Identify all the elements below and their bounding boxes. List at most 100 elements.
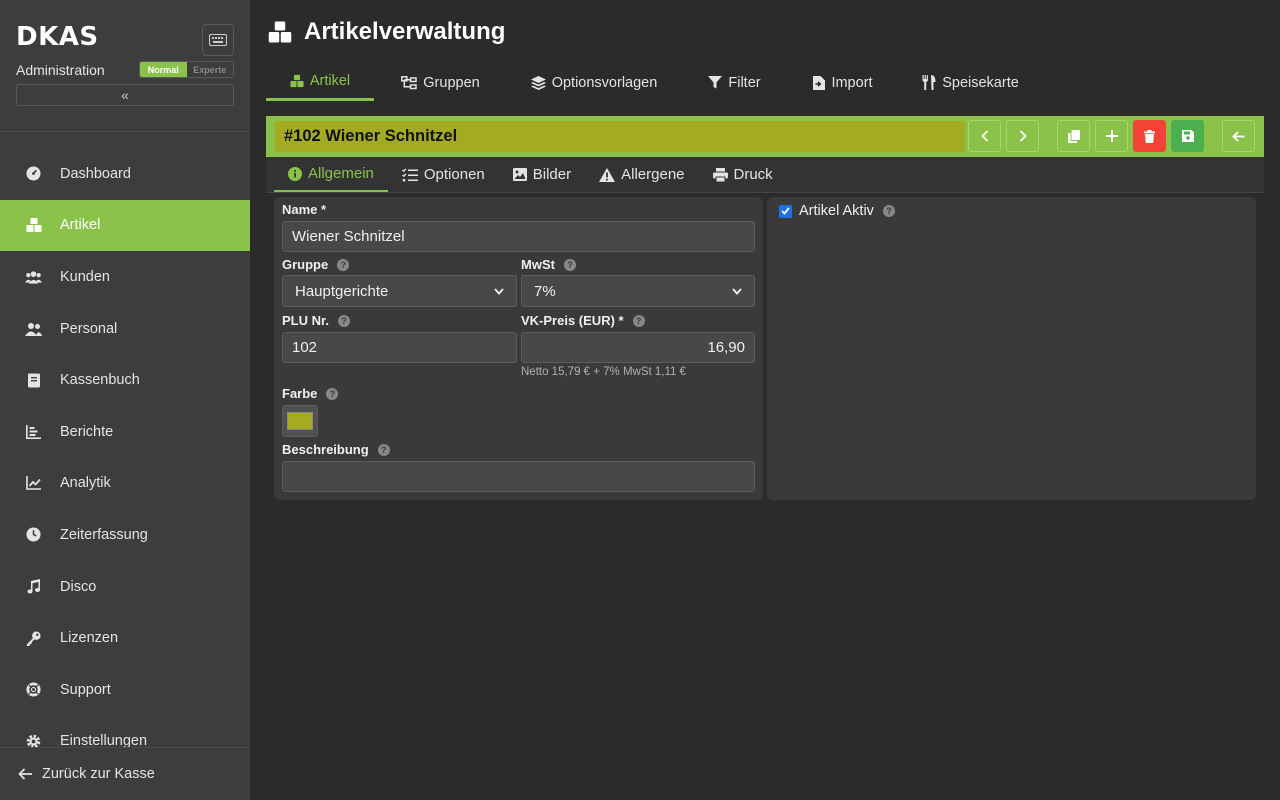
funnel-icon [708, 76, 723, 89]
tab-label: Bilder [532, 166, 572, 183]
previous-item-button[interactable] [968, 120, 1001, 152]
add-item-button[interactable] [1095, 120, 1128, 152]
duplicate-button[interactable] [1057, 120, 1090, 152]
tab-speisekarte[interactable]: Speisekarte [898, 64, 1043, 101]
tab-label: Optionen [423, 166, 485, 183]
sidebar-item-kassenbuch[interactable]: Kassenbuch [0, 354, 250, 406]
sidebar-item-personal[interactable]: Personal [0, 303, 250, 355]
trash-icon [1144, 129, 1155, 143]
tab-import[interactable]: Import [788, 64, 898, 101]
help-icon[interactable]: ? [882, 205, 895, 217]
book-icon [25, 372, 42, 389]
sidebar-item-einstellungen[interactable]: Einstellungen [0, 716, 250, 748]
boxes-icon [290, 74, 304, 88]
sidebar-item-support[interactable]: Support [0, 664, 250, 716]
help-icon[interactable]: ? [563, 258, 576, 271]
save-item-button[interactable] [1171, 120, 1204, 152]
tab-filter[interactable]: Filter [681, 64, 788, 101]
file-import-icon [813, 75, 826, 90]
double-chevron-left-icon: « [121, 87, 129, 103]
description-label-text: Beschreibung [282, 442, 369, 457]
sidebar-item-kunden[interactable]: Kunden [0, 251, 250, 303]
group-select-value: Hauptgerichte [295, 282, 389, 300]
item-title: #102 Wiener Schnitzel [275, 121, 965, 152]
sidebar-item-zeiterfassung[interactable]: Zeiterfassung [0, 509, 250, 561]
tab-label: Allergene [621, 166, 685, 183]
sidebar-item-dashboard[interactable]: Dashboard [0, 148, 250, 200]
vat-select-value: 7% [534, 282, 556, 300]
floppy-disk-icon [1181, 130, 1194, 142]
tab-druck[interactable]: Druck [699, 157, 787, 192]
boxes-icon [25, 217, 42, 234]
printer-icon [712, 167, 728, 182]
sidebar-item-disco[interactable]: Disco [0, 561, 250, 613]
mode-normal-option[interactable]: Normal [140, 62, 187, 77]
list-check-icon [401, 167, 418, 182]
sidebar-item-label: Dashboard [60, 165, 131, 182]
description-input[interactable] [282, 461, 755, 492]
help-icon[interactable]: ? [326, 387, 339, 400]
name-input[interactable]: Wiener Schnitzel [282, 221, 755, 252]
tab-artikel[interactable]: Artikel [266, 64, 374, 101]
copy-icon [1067, 129, 1080, 143]
delete-item-button[interactable] [1133, 120, 1166, 152]
price-label-text: VK-Preis (EUR) * [521, 313, 624, 328]
active-checkbox-row[interactable]: Artikel Aktiv ? [779, 203, 895, 219]
page-title: Artikelverwaltung [268, 18, 505, 46]
user-group-icon [25, 320, 42, 337]
tab-optionen[interactable]: Optionen [388, 157, 499, 192]
tab-gruppen[interactable]: Gruppen [374, 64, 507, 101]
back-button[interactable] [1222, 120, 1255, 152]
vat-label: MwSt? [521, 257, 576, 272]
group-select[interactable]: Hauptgerichte [282, 275, 517, 307]
sidebar-nav: Dashboard Artikel Kunden Personal Kassen… [0, 148, 250, 748]
active-checkbox[interactable] [779, 204, 792, 218]
general-form-panel: Name * Wiener Schnitzel Gruppe? Hauptger… [274, 197, 763, 500]
sidebar-item-label: Einstellungen [60, 733, 148, 748]
boxes-icon [268, 20, 292, 44]
sidebar-item-label: Analytik [60, 475, 111, 492]
help-icon[interactable]: ? [337, 258, 350, 271]
plu-input[interactable]: 102 [282, 332, 517, 363]
layers-icon [530, 75, 546, 90]
active-checkbox-label: Artikel Aktiv [799, 203, 874, 219]
tab-label: Speisekarte [942, 74, 1019, 91]
tab-optionsvorlagen[interactable]: Optionsvorlagen [507, 64, 681, 101]
sidebar-item-label: Personal [60, 320, 118, 337]
tab-label: Gruppen [423, 74, 480, 91]
tab-allergene[interactable]: Allergene [585, 157, 698, 192]
tab-bilder[interactable]: Bilder [499, 157, 585, 192]
help-icon[interactable]: ? [377, 443, 390, 456]
help-icon[interactable]: ? [632, 314, 645, 327]
collapse-sidebar-button[interactable]: « [16, 84, 234, 106]
color-picker[interactable] [282, 405, 318, 437]
gauge-icon [25, 165, 42, 182]
mode-toggle[interactable]: Normal Experte [139, 61, 234, 78]
sidebar-item-lizenzen[interactable]: Lizenzen [0, 612, 250, 664]
tab-allgemein[interactable]: Allgemein [274, 157, 388, 192]
mode-expert-option[interactable]: Experte [186, 62, 233, 77]
sidebar-item-artikel[interactable]: Artikel [0, 199, 250, 252]
warning-icon [599, 167, 616, 182]
help-icon[interactable]: ? [337, 314, 350, 327]
sidebar-item-label: Berichte [60, 423, 114, 440]
price-input[interactable]: 16,90 [521, 332, 755, 363]
sidebar: DKAS Administration Normal Experte « Das… [0, 0, 250, 800]
keyboard-button[interactable] [202, 24, 234, 56]
sidebar-item-berichte[interactable]: Berichte [0, 406, 250, 458]
color-swatch [287, 412, 313, 430]
checkmark-icon [781, 207, 790, 215]
next-item-button[interactable] [1006, 120, 1039, 152]
vat-label-text: MwSt [521, 257, 555, 272]
vat-select[interactable]: 7% [521, 275, 755, 307]
back-to-register-link[interactable]: Zurück zur Kasse [0, 747, 250, 800]
sidebar-item-analytik[interactable]: Analytik [0, 458, 250, 510]
price-hint: Netto 15,79 € + 7% MwSt 1,11 € [521, 366, 687, 378]
music-icon [25, 578, 42, 595]
group-label-text: Gruppe [282, 257, 329, 272]
plu-label: PLU Nr.? [282, 313, 350, 328]
color-label: Farbe? [282, 386, 339, 401]
plu-label-text: PLU Nr. [282, 313, 329, 328]
line-chart-icon [25, 475, 42, 492]
sidebar-item-label: Disco [60, 578, 97, 595]
